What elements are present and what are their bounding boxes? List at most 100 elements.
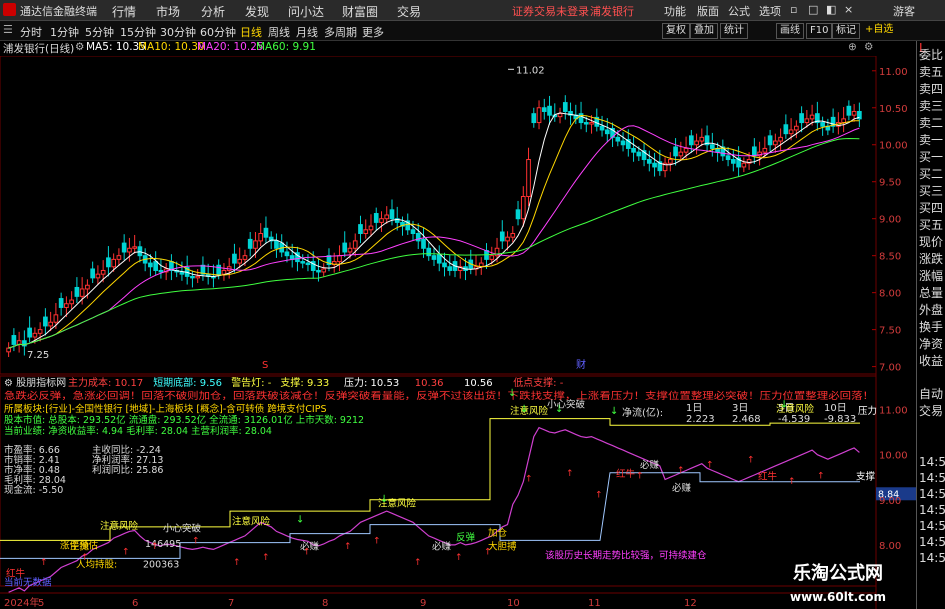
candle xyxy=(48,321,53,327)
x-tick-label: 2024年 xyxy=(4,596,39,609)
candle xyxy=(179,271,185,275)
arrow-up-icon: ↑ xyxy=(262,553,270,563)
arrow-down-icon: ↓ xyxy=(520,404,528,415)
minimize-icon[interactable]: ▫ xyxy=(790,3,797,16)
quote-label: 卖三 xyxy=(919,99,944,113)
y-tick-label: 10.00 xyxy=(879,141,908,152)
x-tick-label: 12 xyxy=(684,598,697,609)
settings-icon[interactable]: ⚙ xyxy=(864,41,873,53)
chart-settings-icon[interactable]: ⚙ xyxy=(75,41,84,53)
fq-button[interactable]: 复权 xyxy=(662,23,690,39)
app-title: 通达信金融终端 xyxy=(20,5,97,18)
quote-label: 外盘 xyxy=(919,303,944,317)
rebound-label: 反弹 xyxy=(456,531,476,543)
candle xyxy=(221,269,227,275)
ma20-label: MA20: 10.25 xyxy=(197,41,264,53)
candle xyxy=(431,255,437,260)
quote-label: 收益 xyxy=(919,354,944,368)
close-icon[interactable]: × xyxy=(844,3,853,16)
candle xyxy=(767,135,773,146)
stats-button[interactable]: 统计 xyxy=(720,23,748,39)
guest-label[interactable]: 游客 xyxy=(893,3,915,19)
quote-label: 涨跌 xyxy=(919,252,944,266)
arrow-up-icon: ↑ xyxy=(344,542,352,552)
quote-side-panel: L 委比 卖五 卖四 卖三 卖二 卖一 买一 买二 买三 买四 买五 现价 涨跌 涨幅 总量 外盘 换手 净资 收益自… xyxy=(916,41,945,609)
candle xyxy=(683,147,689,153)
mark-button[interactable]: 标记 xyxy=(832,23,860,39)
tab-period-5[interactable]: 60分钟 xyxy=(200,24,236,40)
tab-period-9[interactable]: 多周期 xyxy=(324,24,357,40)
arrow-down-icon: ↓ xyxy=(508,388,516,399)
tab-period-more[interactable]: 更多 xyxy=(362,24,384,40)
tick-time: 14:56 xyxy=(919,471,945,485)
candle xyxy=(846,105,852,116)
candle xyxy=(85,284,90,290)
tab-period-7[interactable]: 周线 xyxy=(268,24,290,40)
sub-y-tick-label: 10.00 xyxy=(879,451,908,462)
candle xyxy=(300,261,306,264)
candle xyxy=(688,135,694,146)
candle xyxy=(599,125,605,131)
indicator-field: 10.36 xyxy=(415,378,444,389)
add-watchlist-button[interactable]: +自选 xyxy=(862,23,896,37)
candle xyxy=(258,232,264,242)
menu-wealth[interactable]: 财富圈 xyxy=(342,3,378,20)
menu-layout[interactable]: 版面 xyxy=(697,3,719,19)
menu-function[interactable]: 功能 xyxy=(664,3,686,19)
candle xyxy=(526,159,531,198)
arrow-down-icon: ↓ xyxy=(296,514,304,525)
kline-chart[interactable]: 11.02 7.25 S 财 11.00 10.50 10.00 9.50 9.00 8.50 8… xyxy=(0,56,916,609)
tab-period-6[interactable]: 日线 xyxy=(240,24,262,40)
attention-label: 注意风险 xyxy=(510,405,549,417)
candle xyxy=(620,140,626,146)
candle xyxy=(111,258,116,268)
sub-y-tick-label: 11.00 xyxy=(879,406,908,417)
candle xyxy=(531,113,537,124)
restore-icon[interactable]: □ xyxy=(808,3,818,16)
x-tick-label: 9 xyxy=(420,598,426,609)
overlay-button[interactable]: 叠加 xyxy=(690,23,718,39)
pressure-label: 压力 xyxy=(858,405,877,417)
candle xyxy=(694,140,699,146)
tab-period-2[interactable]: 5分钟 xyxy=(85,24,114,40)
candle xyxy=(373,213,379,223)
login-status[interactable]: 证券交易未登录 xyxy=(512,3,589,19)
candle xyxy=(253,240,258,249)
quote-label: 卖五 xyxy=(919,65,944,79)
menu-options[interactable]: 选项 xyxy=(759,3,781,19)
candle xyxy=(442,262,447,268)
tab-period-3[interactable]: 15分钟 xyxy=(120,24,156,40)
menu-formula[interactable]: 公式 xyxy=(728,3,750,19)
tab-period-8[interactable]: 月线 xyxy=(296,24,318,40)
quote-label: 买三 xyxy=(919,184,944,198)
candle xyxy=(421,238,426,249)
candle xyxy=(347,247,353,253)
menu-icon[interactable]: ☰ xyxy=(3,23,13,36)
net-flow-label: 净流(亿): xyxy=(622,406,663,419)
f10-button[interactable]: F10 xyxy=(806,23,833,39)
menu-quotes[interactable]: 行情 xyxy=(112,3,136,20)
candle xyxy=(90,268,95,279)
tab-period-4[interactable]: 30分钟 xyxy=(160,24,196,40)
draw-button[interactable]: 画线 xyxy=(776,23,804,39)
candle xyxy=(342,242,348,253)
menu-market[interactable]: 市场 xyxy=(156,3,180,20)
candle xyxy=(64,303,69,308)
candle xyxy=(410,229,416,234)
main-chart-frame xyxy=(0,56,877,375)
candle xyxy=(604,129,610,135)
tab-period-0[interactable]: 分时 xyxy=(20,24,42,40)
menu-discover[interactable]: 发现 xyxy=(245,3,269,20)
zoom-icon[interactable]: ⊕ xyxy=(848,41,857,53)
x-tick-label: 5 xyxy=(38,598,44,609)
low-price-label: 7.25 xyxy=(27,350,49,361)
window-icon[interactable]: ◧ xyxy=(826,3,836,16)
candle xyxy=(673,146,678,157)
tick-time: 14:56 xyxy=(919,455,945,469)
quote-label: 委比 xyxy=(919,48,944,62)
quote-label: 交易 xyxy=(919,404,944,418)
menu-analysis[interactable]: 分析 xyxy=(201,3,225,20)
menu-trade[interactable]: 交易 xyxy=(397,3,421,20)
tab-period-1[interactable]: 1分钟 xyxy=(50,24,79,40)
menu-ask[interactable]: 问小达 xyxy=(288,3,324,20)
